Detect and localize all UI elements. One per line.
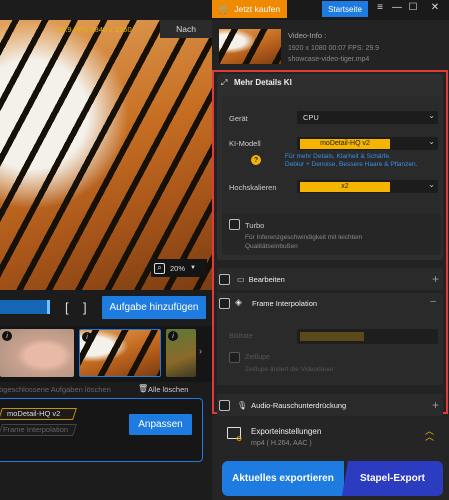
help-icon[interactable]: ? xyxy=(251,155,261,165)
thumbnail-tiger[interactable]: i xyxy=(79,329,161,377)
turbo-checkbox[interactable] xyxy=(229,219,240,230)
menu-icon[interactable]: ≡ xyxy=(373,2,387,13)
minus-icon[interactable]: − xyxy=(430,296,436,308)
fi-slowmo-desc: Zeitlupe ändert die Videodauer xyxy=(245,366,334,373)
fi-ratio-fill xyxy=(300,332,364,341)
turbo-desc: Für Inferenzgeschwindigkeit mit leichtem xyxy=(245,234,363,241)
fi-ratio-label: Bildrate xyxy=(229,333,253,340)
video-info-filename: showcase-video-tiger.mp4 xyxy=(288,56,370,63)
turbo-label: Turbo xyxy=(245,221,265,230)
job-model-tag: moDetail-HQ v2 xyxy=(0,408,77,420)
chevron-down-icon: ⌄ xyxy=(428,111,435,120)
export-current-button[interactable]: Aktuelles exportieren xyxy=(222,461,344,496)
plus-icon[interactable]: + xyxy=(432,398,439,412)
diamond-icon: ◈ xyxy=(235,297,242,307)
chevron-up-double-icon[interactable]: ︿ ︿ xyxy=(425,427,434,442)
zoom-value: 20% xyxy=(170,263,186,273)
chevron-right-icon[interactable]: › xyxy=(199,346,202,356)
video-info-meta: 1920 x 1080 00:07 FPS: 29.9 xyxy=(288,45,380,52)
zoom-control[interactable]: ⌕ 20% ▼ xyxy=(151,259,207,277)
adjust-button[interactable]: Anpassen xyxy=(129,414,192,435)
fi-ratio-select[interactable] xyxy=(297,329,438,344)
cart-icon: 🛒 xyxy=(218,3,230,14)
maximize-icon[interactable]: ☐ xyxy=(406,2,420,13)
edit-checkbox[interactable] xyxy=(219,273,230,285)
microphone-icon: 🎙 xyxy=(237,400,248,410)
export-settings-title: Exporteinstellungen xyxy=(251,427,322,436)
audio-label: Audio-Rauschunterdrückung xyxy=(251,400,347,410)
ai-section-title: Mehr Details KI xyxy=(234,78,292,87)
edit-label: Bearbeiten xyxy=(248,274,285,284)
model-select[interactable]: moDetail-HQ v2 ⌄ xyxy=(297,137,438,150)
job-fi-tag: Frame Interpolation xyxy=(0,424,77,436)
magnifier-icon[interactable]: ⌕ xyxy=(154,262,165,274)
info-icon[interactable]: i xyxy=(82,332,92,342)
gear-icon: ⚙ xyxy=(236,436,243,443)
close-icon[interactable]: ✕ xyxy=(428,2,442,13)
mark-in-button[interactable]: [ xyxy=(65,300,69,315)
buy-now-button[interactable]: 🛒 Jetzt kaufen xyxy=(212,0,287,18)
info-icon[interactable]: i xyxy=(168,331,178,341)
device-select[interactable]: CPU ⌄ xyxy=(297,111,438,124)
audio-checkbox[interactable] xyxy=(219,399,230,411)
turbo-desc-2: Qualitätseinbußen xyxy=(245,243,298,250)
fi-slowmo-checkbox[interactable] xyxy=(229,352,240,363)
info-icon[interactable]: i xyxy=(2,331,12,341)
left-dark-bg xyxy=(0,0,212,20)
chevron-down-icon: ⌄ xyxy=(428,137,435,146)
video-info-thumbnail xyxy=(219,29,281,64)
chevron-down-icon[interactable]: ▼ xyxy=(190,265,196,271)
model-hint-2: Deblur + Denoise, Bessere Haare & Pflanz… xyxy=(285,161,418,168)
audio-section[interactable]: 🎙 Audio-Rauschunterdrückung + xyxy=(217,394,443,416)
add-job-button[interactable]: Aufgabe hinzufügen xyxy=(102,296,206,319)
chevron-down-icon: ⌄ xyxy=(428,180,435,189)
fi-label: Frame Interpolation xyxy=(252,299,318,308)
minimize-icon[interactable]: — xyxy=(390,2,404,13)
mark-out-button[interactable]: ] xyxy=(83,300,87,315)
model-label: KI-Modell xyxy=(229,139,261,148)
video-preview[interactable] xyxy=(0,20,212,290)
model-hint: Für mehr Details, Klarheit & Schärfe. xyxy=(285,153,391,160)
export-batch-button[interactable]: Stapel-Export xyxy=(342,461,443,496)
timeline-progress[interactable] xyxy=(0,300,50,314)
edit-icon: ▭ xyxy=(237,274,245,284)
fi-checkbox[interactable] xyxy=(219,298,230,309)
fps-readout: 29.9 FPS 3840 x 2160 xyxy=(57,25,132,34)
fi-slowmo-label: Zeitlupe xyxy=(245,354,270,361)
upscale-label: Hochskalieren xyxy=(229,183,277,192)
discard-finished-link[interactable]: Abgeschlossene Aufgaben löschen xyxy=(0,385,111,394)
thumbnail-third[interactable]: i xyxy=(166,329,196,377)
queue-bar: Abgeschlossene Aufgaben löschen 🗑 Alle l… xyxy=(0,383,212,397)
edit-section[interactable]: ▭ Bearbeiten + xyxy=(217,268,443,290)
home-button[interactable]: Startseite xyxy=(322,1,368,17)
enhance-icon: ⤢ xyxy=(221,78,228,87)
upscale-select[interactable]: x2 ⌄ xyxy=(297,180,438,193)
clear-all-button[interactable]: Alle löschen xyxy=(148,385,188,394)
thumbnail-baby[interactable]: i xyxy=(0,329,74,377)
device-label: Gerät xyxy=(229,114,248,123)
export-format: mp4 ( H.264, AAC ) xyxy=(251,440,312,447)
after-label: Nach xyxy=(160,20,212,38)
video-info-title: Video-Info : xyxy=(288,31,327,40)
plus-icon[interactable]: + xyxy=(432,272,439,286)
trash-icon[interactable]: 🗑 xyxy=(138,384,148,393)
